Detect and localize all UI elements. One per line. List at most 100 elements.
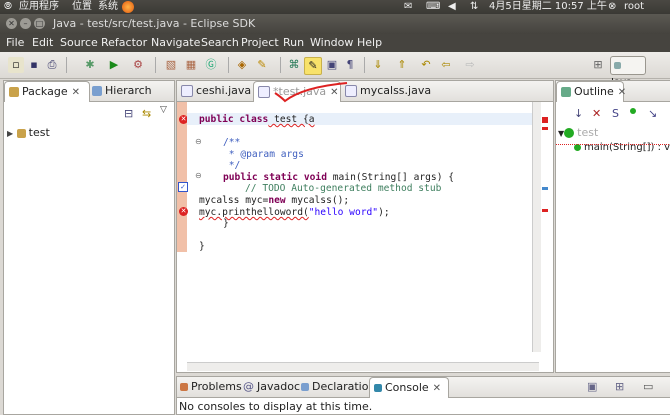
task-icon[interactable]: ✓ — [178, 182, 188, 192]
tab-ceshi-java[interactable]: ceshi.java — [181, 81, 251, 101]
code-line-7[interactable]: mycalss myc=new mycalss(); — [199, 195, 349, 207]
previous-annotation-icon[interactable]: ⇑ — [394, 57, 410, 73]
close-icon[interactable]: ✕ — [618, 87, 626, 98]
last-edit-location-icon[interactable]: ↶ — [418, 57, 434, 73]
close-window-icon[interactable]: ✕ — [6, 18, 17, 29]
error-icon[interactable]: ✕ — [179, 207, 188, 216]
outline-tabs: Outline ✕ — [556, 81, 670, 102]
tree-item-test[interactable]: ▶ test — [7, 126, 50, 139]
run-icon[interactable]: ▶ — [106, 57, 122, 73]
save-icon[interactable]: ▪ — [26, 57, 42, 73]
tab-mycalss-java[interactable]: mycalss.java — [345, 81, 431, 101]
close-icon[interactable]: ✕ — [433, 383, 441, 394]
new-package-icon[interactable]: ▦ — [183, 57, 199, 73]
tab-outline[interactable]: Outline ✕ — [556, 81, 626, 102]
email-icon[interactable]: ✉ — [404, 0, 412, 14]
keyboard-icon[interactable]: ⌨ — [426, 0, 440, 14]
package-icon — [9, 87, 19, 97]
print-icon[interactable]: ⎙ — [44, 57, 60, 73]
horizontal-scrollbar[interactable] — [187, 362, 539, 371]
hide-static-icon[interactable]: S — [612, 107, 619, 120]
tab-hierarchy[interactable]: Hierarch — [92, 81, 152, 101]
fold-icon[interactable]: ⊖ — [195, 137, 202, 146]
tab-console[interactable]: Console ✕ — [369, 377, 449, 398]
applications-menu[interactable]: 应用程序 — [19, 0, 59, 14]
network-icon[interactable]: ⇅ — [470, 0, 478, 14]
link-with-editor-icon[interactable]: ⇆ — [142, 107, 151, 120]
user-name[interactable]: root — [624, 0, 644, 14]
code-line-1[interactable]: public class test {a — [199, 114, 315, 126]
show-whitespace-icon[interactable]: ▣ — [324, 57, 340, 73]
forward-icon[interactable]: ⇨ — [462, 57, 478, 73]
top-panel: ⦾ 应用程序 位置 系统 ✉ ⌨ ◀ ⇅ 4月5日星期二 10:57 上午 ⊗ … — [0, 0, 670, 14]
vertical-scrollbar[interactable] — [532, 102, 541, 352]
code-line-10[interactable]: } — [199, 241, 205, 253]
toggle-highlight-icon[interactable]: ✎ — [304, 57, 322, 75]
tab-package-explorer[interactable]: Package ✕ — [4, 81, 90, 102]
hide-fields-icon[interactable]: ✕ — [592, 107, 601, 120]
volume-icon[interactable]: ◀ — [448, 0, 456, 14]
tab-declaration[interactable]: Declaration — [301, 377, 375, 397]
block-selection-icon[interactable]: ¶ — [342, 57, 358, 73]
overview-task-mark[interactable] — [542, 187, 548, 190]
menu-window[interactable]: Window — [310, 34, 353, 52]
tab-javadoc[interactable]: @ Javadoc — [243, 377, 300, 397]
debug-icon[interactable]: ✱ — [82, 57, 98, 73]
code-line-3[interactable]: * @param args — [223, 149, 304, 161]
overview-error-indicator[interactable] — [542, 117, 548, 123]
open-perspective-icon[interactable]: ⊞ — [590, 57, 606, 73]
code-line-8[interactable]: myc.printhelloword("hello word"); — [199, 207, 390, 219]
system-menu[interactable]: 系统 — [98, 0, 118, 14]
places-menu[interactable]: 位置 — [72, 0, 92, 14]
menu-navigate[interactable]: Navigate — [151, 34, 200, 52]
fold-icon[interactable]: ⊖ — [195, 171, 202, 180]
toggle-mark-occurrences-icon[interactable]: ⌘ — [286, 57, 302, 73]
firefox-icon[interactable] — [122, 1, 134, 13]
open-console-icon[interactable]: ⊞ — [615, 380, 624, 393]
menu-help[interactable]: Help — [357, 34, 382, 52]
open-type-icon[interactable]: ◈ — [234, 57, 250, 73]
hide-local-types-icon[interactable]: ↘ — [648, 107, 657, 120]
new-java-project-icon[interactable]: ▧ — [163, 57, 179, 73]
java-perspective-icon — [614, 61, 621, 69]
code-line-9[interactable]: } — [223, 218, 229, 230]
menu-file[interactable]: File — [6, 34, 24, 52]
maximize-window-icon[interactable]: □ — [34, 18, 45, 29]
tab-problems[interactable]: Problems — [180, 377, 242, 397]
external-tools-icon[interactable]: ⚙ — [130, 57, 146, 73]
clock[interactable]: 4月5日星期二 10:57 上午 — [489, 0, 607, 14]
close-icon[interactable]: ✕ — [72, 87, 80, 98]
minimize-view-icon[interactable]: ▭ — [643, 380, 653, 393]
sort-icon[interactable]: ↓ — [574, 107, 583, 120]
new-icon[interactable]: ▫ — [8, 57, 24, 73]
menu-edit[interactable]: Edit — [32, 34, 53, 52]
search-icon[interactable]: ✎ — [254, 57, 270, 73]
error-gutter — [177, 102, 187, 252]
view-menu-icon[interactable]: ▽ — [160, 105, 167, 115]
code-line-6[interactable]: // TODO Auto-generated method stub — [245, 183, 441, 195]
menu-run[interactable]: Run — [283, 34, 304, 52]
outline-item-test[interactable]: ▼ test — [558, 126, 598, 139]
session-icon[interactable]: ⊗ — [608, 0, 616, 14]
java-perspective-button[interactable]: Java — [610, 56, 646, 88]
minimize-window-icon[interactable]: – — [20, 18, 31, 29]
package-explorer-tabs: Package ✕ Hierarch — [4, 81, 174, 102]
code-line-2[interactable]: /** — [223, 137, 240, 149]
menu-search[interactable]: Search — [201, 34, 239, 52]
ubuntu-logo-icon[interactable]: ⦾ — [4, 0, 12, 14]
code-line-4[interactable]: */ — [223, 160, 241, 172]
code-line-5[interactable]: public static void main(String[] args) { — [223, 172, 454, 184]
expand-icon[interactable]: ▶ — [7, 129, 13, 138]
next-annotation-icon[interactable]: ⇓ — [370, 57, 386, 73]
menu-project[interactable]: Project — [241, 34, 279, 52]
menu-source[interactable]: Source — [60, 34, 98, 52]
collapse-all-icon[interactable]: ⊟ — [124, 107, 133, 120]
overview-error-mark[interactable] — [542, 127, 548, 130]
back-icon[interactable]: ⇦ — [438, 57, 454, 73]
display-console-icon[interactable]: ▣ — [587, 380, 597, 393]
hide-nonpublic-icon[interactable] — [630, 108, 636, 114]
red-checkmark-annotation — [274, 82, 348, 103]
overview-error-mark[interactable] — [542, 209, 548, 212]
new-class-icon[interactable]: Ⓖ — [203, 57, 219, 73]
menu-refactor[interactable]: Refactor — [101, 34, 147, 52]
